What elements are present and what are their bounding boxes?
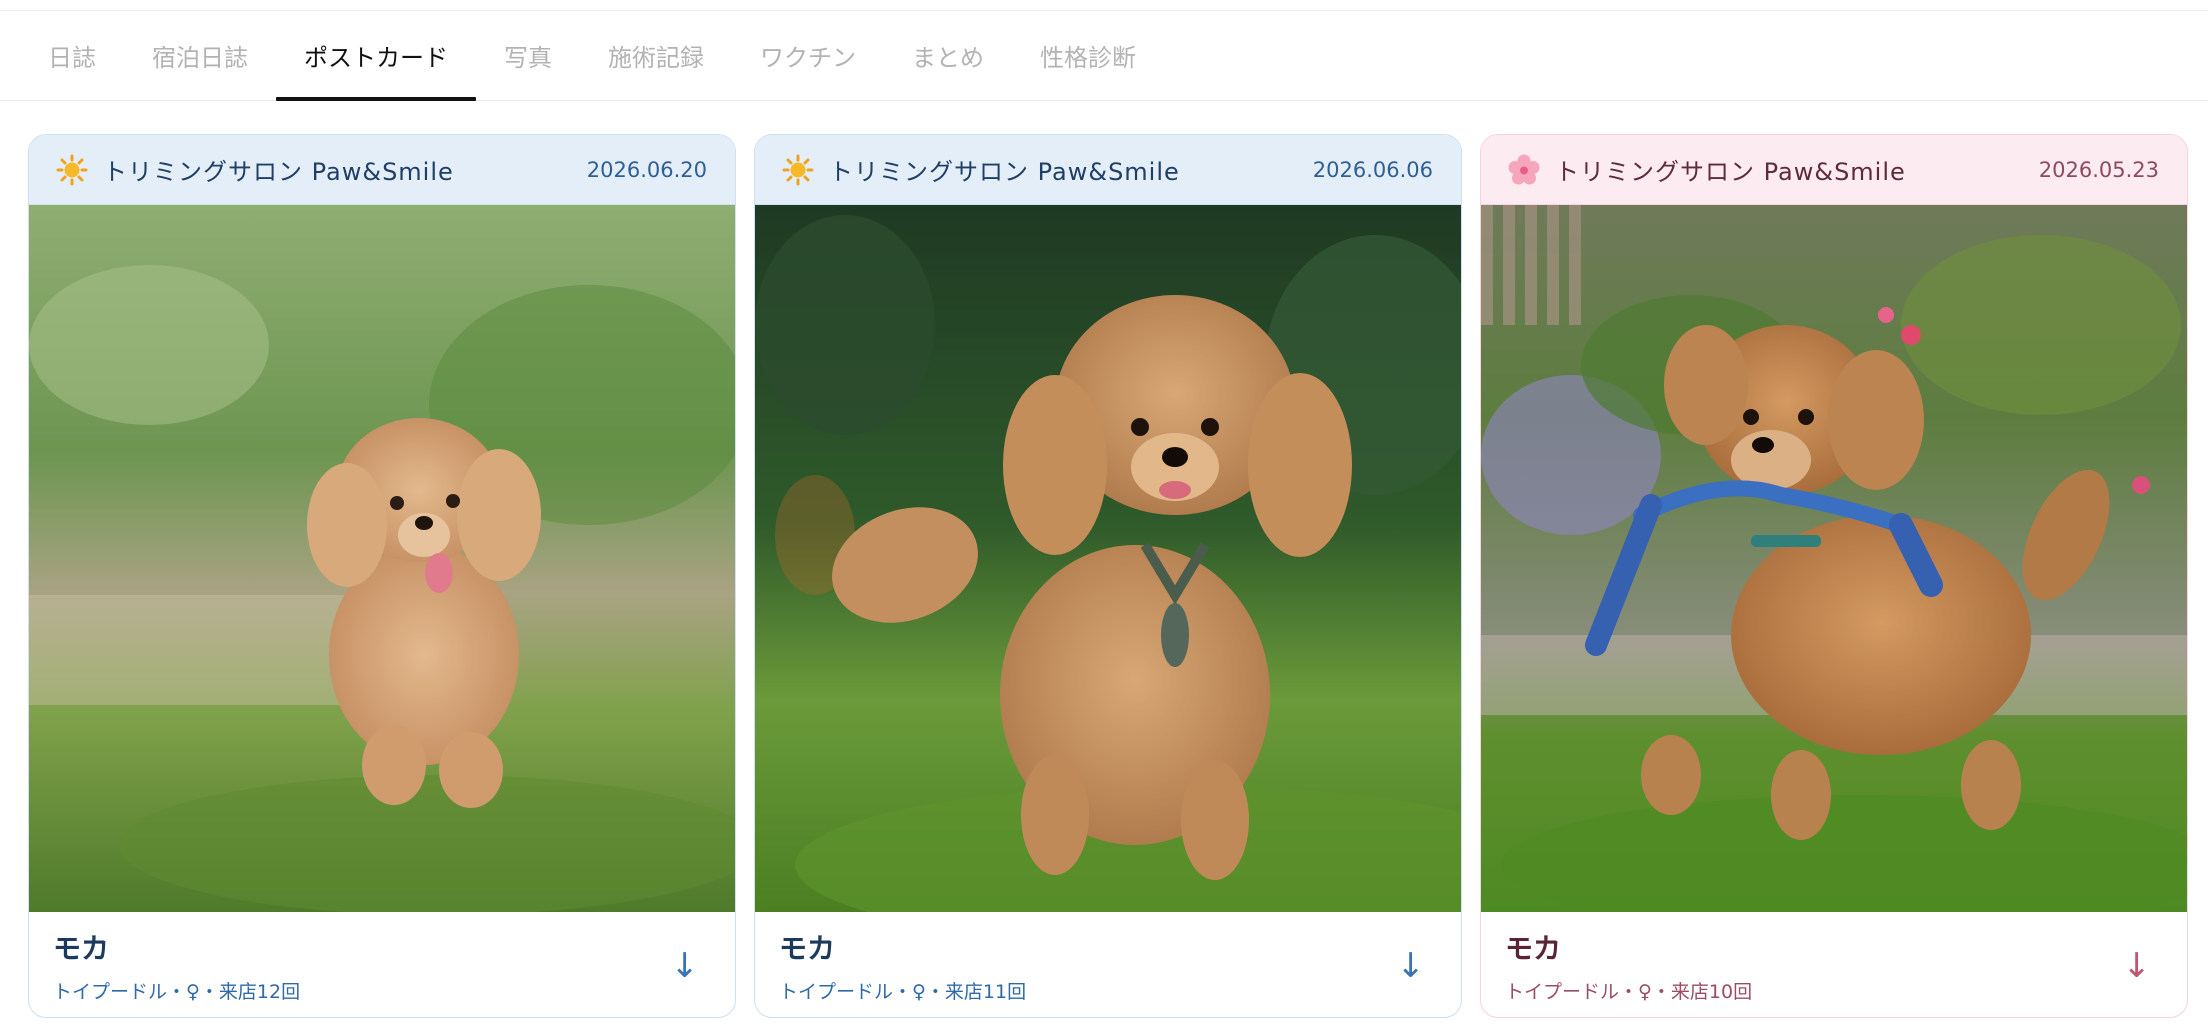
salon-name: トリミングサロン Paw&Smile — [829, 158, 1180, 186]
salon-name: トリミングサロン Paw&Smile — [1555, 158, 1906, 186]
tab-bar: 日誌 宿泊日誌 ポストカード 写真 施術記録 ワクチン まとめ 性格診断 — [0, 11, 2208, 101]
dog-photo[interactable] — [1481, 205, 2187, 912]
pet-details: トイプードル・♀・来店11回 — [779, 981, 1027, 1003]
postcard-footer: モカ トイプードル・♀・来店10回 ↓ — [1481, 912, 2187, 1017]
salon-name: トリミングサロン Paw&Smile — [103, 158, 454, 186]
pet-name: モカ — [779, 932, 836, 965]
postcard-date: 2026.06.20 — [586, 157, 707, 182]
postcard-header: トリミングサロン Paw&Smile 2026.06.06 — [755, 135, 1461, 205]
postcard-header: トリミングサロン Paw&Smile 2026.06.20 — [29, 135, 735, 205]
pet-details: トイプードル・♀・来店12回 — [53, 981, 301, 1003]
download-icon[interactable]: ↓ — [2123, 949, 2152, 983]
tab-stay-diary[interactable]: 宿泊日誌 — [124, 11, 276, 100]
pet-name: モカ — [1505, 932, 1562, 965]
download-icon[interactable]: ↓ — [1397, 949, 1426, 983]
postcard-footer: モカ トイプードル・♀・来店12回 ↓ — [29, 912, 735, 1017]
postcard-footer: モカ トイプードル・♀・来店11回 ↓ — [755, 912, 1461, 1017]
tab-treatment-records[interactable]: 施術記録 — [580, 11, 732, 100]
postcard[interactable]: トリミングサロン Paw&Smile 2026.05.23 モカ トイプードル・… — [1480, 134, 2188, 1018]
tab-summary[interactable]: まとめ — [884, 11, 1012, 100]
tab-postcard[interactable]: ポストカード — [276, 11, 476, 101]
postcard-date: 2026.05.23 — [2038, 157, 2159, 182]
postcard-date: 2026.06.06 — [1312, 157, 1433, 182]
cherry-blossom-icon — [1507, 153, 1541, 187]
sun-icon — [55, 153, 89, 187]
tab-photos[interactable]: 写真 — [476, 11, 580, 100]
postcard[interactable]: トリミングサロン Paw&Smile 2026.06.20 モカ トイプードル・… — [28, 134, 736, 1018]
postcard-header: トリミングサロン Paw&Smile 2026.05.23 — [1481, 135, 2187, 205]
postcard[interactable]: トリミングサロン Paw&Smile 2026.06.06 モカ トイプードル・… — [754, 134, 1462, 1018]
download-icon[interactable]: ↓ — [671, 949, 700, 983]
pet-name: モカ — [53, 932, 110, 965]
postcard-list: トリミングサロン Paw&Smile 2026.06.20 モカ トイプードル・… — [28, 134, 2188, 1018]
dog-photo[interactable] — [755, 205, 1461, 912]
tab-diary[interactable]: 日誌 — [20, 11, 124, 100]
dog-photo[interactable] — [29, 205, 735, 912]
tab-vaccine[interactable]: ワクチン — [732, 11, 884, 100]
pet-details: トイプードル・♀・来店10回 — [1505, 981, 1753, 1003]
sun-icon — [781, 153, 815, 187]
tab-personality[interactable]: 性格診断 — [1012, 11, 1164, 100]
